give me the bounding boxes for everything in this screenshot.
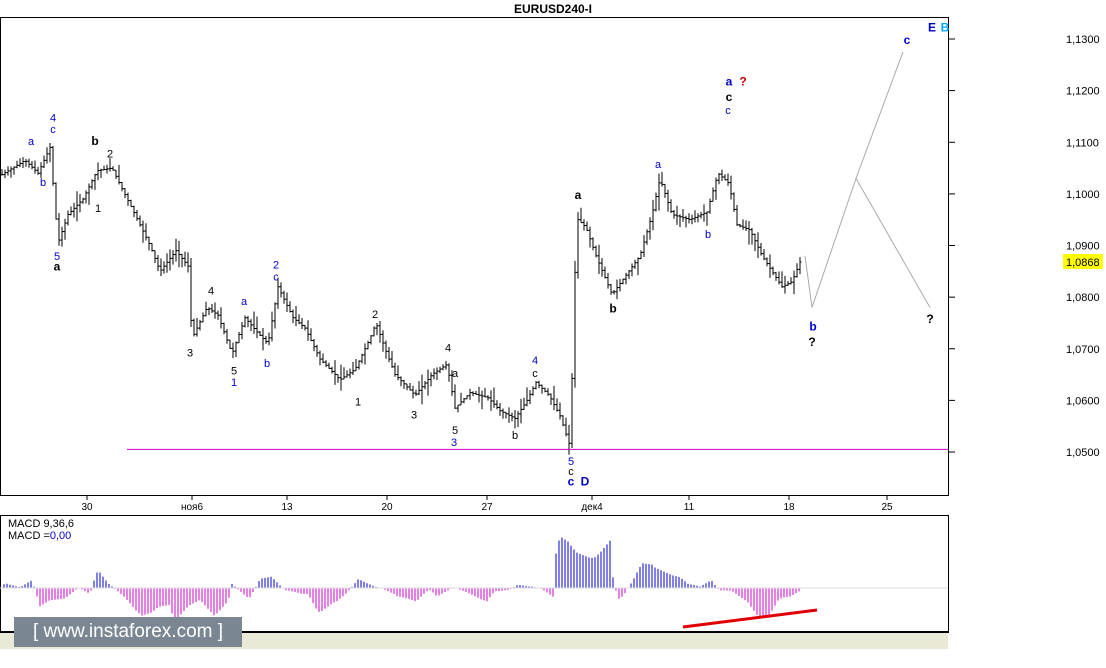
price-tick-label: 1,0500 xyxy=(1066,447,1100,459)
wave-label: b xyxy=(609,302,616,316)
wave-label: 3 xyxy=(187,347,193,359)
wave-label: c xyxy=(726,90,733,104)
price-tick-label: 1,1000 xyxy=(1066,189,1100,201)
chart-title: EURUSD240-I xyxy=(514,2,592,16)
instaforex-watermark: [ www.instaforex.com ] xyxy=(14,617,242,647)
wave-label: B xyxy=(941,20,950,34)
current-price: 1,0868 xyxy=(1066,257,1100,269)
wave-label: 3 xyxy=(451,437,457,449)
price-tick-label: 1,1100 xyxy=(1066,137,1099,149)
current-price-marker: 1,0868 xyxy=(1063,254,1103,270)
wave-label: c xyxy=(273,272,279,284)
time-tick-label: 11 xyxy=(684,502,695,513)
macd-label: MACD 9,36,6 xyxy=(8,518,75,530)
wave-label: c xyxy=(532,368,538,380)
wave-label: 1 xyxy=(231,377,237,389)
time-tick-label: дек4 xyxy=(581,502,603,513)
time-tick-label: 20 xyxy=(381,502,393,513)
wave-label: 5 xyxy=(452,425,458,437)
wave-label: 4 xyxy=(208,286,214,298)
wave-label: 2 xyxy=(372,309,378,321)
price-tick-label: 1,0900 xyxy=(1066,241,1100,253)
wave-label: a xyxy=(28,136,35,148)
wave-label: E xyxy=(928,20,936,34)
wave-label: D xyxy=(581,475,590,489)
wave-label: 1 xyxy=(355,397,361,409)
wave-label: 2 xyxy=(107,149,113,161)
wave-label: c xyxy=(904,33,911,47)
price-tick-label: 1,0600 xyxy=(1066,395,1100,407)
wave-label: 4 xyxy=(445,342,451,354)
wave-label: a xyxy=(54,259,61,273)
wave-label: a xyxy=(241,296,248,308)
wave-label: ? xyxy=(808,335,815,349)
macd-value-label: MACD = xyxy=(8,530,50,542)
wave-label: 4 xyxy=(532,355,538,367)
price-tick-label: 1,0800 xyxy=(1066,292,1100,304)
wave-label: b xyxy=(91,134,98,148)
wave-label: b xyxy=(512,430,518,442)
wave-label: b xyxy=(705,229,711,241)
time-tick-label: 18 xyxy=(783,502,795,513)
wave-label: a xyxy=(726,74,733,88)
wave-label: 1 xyxy=(95,203,101,215)
macd-value-row: MACD =0,00 xyxy=(8,530,71,542)
wave-label: b xyxy=(40,177,46,189)
wave-label: 2 xyxy=(273,260,279,272)
time-tick-label: 27 xyxy=(481,502,493,513)
price-tick-label: 1,1200 xyxy=(1066,86,1100,98)
wave-label: b xyxy=(264,358,270,370)
wave-label: ? xyxy=(739,74,746,88)
time-tick-label: 30 xyxy=(81,502,93,513)
wave-label: ? xyxy=(926,312,933,326)
time-tick-label: ноя6 xyxy=(181,502,203,513)
wave-label: a xyxy=(655,159,662,171)
wave-label: c xyxy=(50,124,56,136)
wave-label: 3 xyxy=(411,409,417,421)
macd-value: 0,00 xyxy=(49,530,72,542)
wave-label: 4 xyxy=(50,113,56,125)
wave-label: 5 xyxy=(231,366,237,378)
price-tick-label: 1,0700 xyxy=(1066,344,1100,356)
time-tick-label: 25 xyxy=(881,502,893,513)
wave-label: a xyxy=(452,368,459,380)
time-tick-label: 13 xyxy=(281,502,293,513)
wave-label: b xyxy=(809,320,816,334)
wave-label: c xyxy=(725,105,731,117)
wave-label: c xyxy=(568,475,575,489)
price-chart: EURUSD240-I 1,1300 1,1200 1,1100 1,1000 1,09… xyxy=(0,0,1106,663)
wave-label: a xyxy=(575,188,582,202)
chart-root: EURUSD240-I 1,1300 1,1200 1,1100 1,1000 1,09… xyxy=(0,0,1106,663)
price-tick-label: 1,1300 xyxy=(1066,34,1100,46)
